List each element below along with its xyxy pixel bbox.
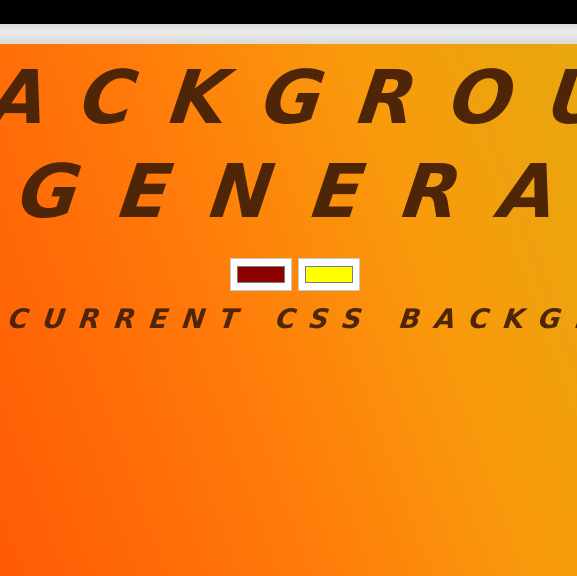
color-picker-1[interactable] — [230, 258, 292, 291]
window-top-bar — [0, 0, 577, 24]
color-1-swatch — [237, 266, 285, 283]
color-picker-2[interactable] — [298, 258, 360, 291]
current-css-background-heading: CURRENT CSS BACKGROUN — [6, 304, 577, 335]
page-title-line-2: GENERATOR — [13, 149, 577, 235]
color-2-swatch — [305, 266, 353, 283]
horizontal-scrollbar[interactable] — [0, 24, 577, 44]
page-body: ACKGROUND GENERATOR CURRENT CSS BACKGROU… — [0, 44, 577, 576]
page-title-line-1: ACKGROUND — [0, 55, 577, 141]
